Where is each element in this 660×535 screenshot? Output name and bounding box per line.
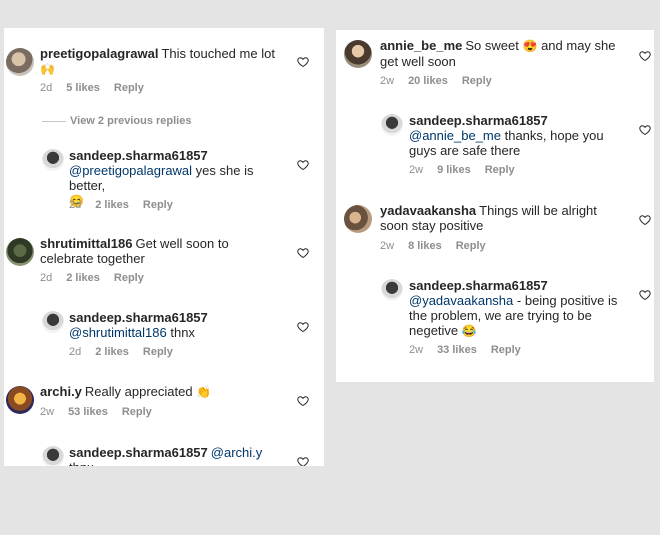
heart-icon[interactable] <box>639 214 651 226</box>
view-previous-label: View 2 previous replies <box>70 115 192 127</box>
comment-text: yadavaakansha Things will be alright soon… <box>380 203 615 233</box>
mention-link[interactable]: @preetigopalagrawal <box>69 163 192 178</box>
clapping-emoji: 👏 <box>196 385 212 399</box>
reply-button[interactable]: Reply <box>122 406 152 418</box>
comment-time: 2w <box>409 164 424 176</box>
comment-username[interactable]: sandeep.sharma61857 <box>69 148 208 163</box>
comment-time: 2w <box>409 344 424 356</box>
comment-likes[interactable]: 2 likes <box>66 272 100 284</box>
avatar[interactable] <box>42 311 64 333</box>
comment-likes[interactable]: 2 likes <box>95 346 129 358</box>
reply-button[interactable]: Reply <box>143 199 173 211</box>
comment-text: preetigopalagrawal This touched me lot 🙌 <box>40 46 290 77</box>
comment-time: 2w <box>380 240 395 252</box>
comment-username[interactable]: sandeep.sharma61857 <box>409 278 548 293</box>
comment-time: 2d <box>69 346 82 358</box>
comment-meta: 2w 20 likes Reply <box>380 75 492 87</box>
reply-button[interactable]: Reply <box>485 164 515 176</box>
heart-icon[interactable] <box>297 321 309 333</box>
comment-username[interactable]: preetigopalagrawal <box>40 46 158 61</box>
mention-link[interactable]: @yadavaakansha <box>409 293 513 308</box>
comment-time: 2w <box>40 406 55 418</box>
heart-eyes-emoji: 😍 <box>522 39 538 53</box>
comment-username[interactable]: archi.y <box>40 384 82 399</box>
avatar[interactable] <box>381 114 403 136</box>
comment-meta: 2w 33 likes Reply <box>409 344 521 356</box>
comment-body: So sweet <box>465 38 519 53</box>
comment-likes[interactable]: 33 likes <box>437 344 477 356</box>
comment-meta: 2w 53 likes Reply <box>40 406 152 418</box>
avatar[interactable] <box>42 446 64 466</box>
comment-text: annie_be_me So sweet 😍 and may she get we… <box>380 38 630 69</box>
comment-body: thnx <box>69 460 94 466</box>
avatar[interactable] <box>344 40 372 68</box>
comment-meta: 2d 2 likes Reply <box>69 199 173 211</box>
comments-panel-right: annie_be_me So sweet 😍 and may she get we… <box>336 30 654 382</box>
comment-text: shrutimittal186 Get well soon to celebrat… <box>40 236 255 266</box>
heart-icon[interactable] <box>639 124 651 136</box>
comment-body: thnx <box>166 325 195 340</box>
comment-username[interactable]: annie_be_me <box>380 38 462 53</box>
raising-hands-emoji: 🙌 <box>40 62 55 76</box>
comment-text: archi.y Really appreciated 👏 <box>40 384 270 400</box>
reply-button[interactable]: Reply <box>114 82 144 94</box>
comment-likes[interactable]: 8 likes <box>408 240 442 252</box>
reply-button[interactable]: Reply <box>462 75 492 87</box>
heart-icon[interactable] <box>297 56 309 68</box>
heart-icon[interactable] <box>639 289 651 301</box>
comment-username[interactable]: shrutimittal186 <box>40 236 132 251</box>
comment-likes[interactable]: 53 likes <box>68 406 108 418</box>
avatar[interactable] <box>42 149 64 171</box>
comment-text: sandeep.sharma61857 @shrutimittal186 thnx <box>69 310 279 340</box>
reply-button[interactable]: Reply <box>114 272 144 284</box>
heart-icon[interactable] <box>297 159 309 171</box>
heart-icon[interactable] <box>297 247 309 259</box>
comment-text: sandeep.sharma61857 @yadavaakansha - bein… <box>409 278 624 339</box>
laughing-emoji: 😂 <box>461 324 477 338</box>
heart-icon[interactable] <box>297 395 309 407</box>
comment-text: sandeep.sharma61857@archi.y thnx <box>69 445 284 466</box>
comments-panel-left: preetigopalagrawal This touched me lot 🙌 2… <box>4 28 324 466</box>
comment-time: 2d <box>40 82 53 94</box>
comment-likes[interactable]: 20 likes <box>408 75 448 87</box>
mention-link[interactable]: @archi.y <box>211 445 263 460</box>
comment-likes[interactable]: 2 likes <box>95 199 129 211</box>
comment-username[interactable]: sandeep.sharma61857 <box>409 113 548 128</box>
avatar[interactable] <box>6 238 34 266</box>
comment-meta: 2w 8 likes Reply <box>380 240 486 252</box>
heart-icon[interactable] <box>297 456 309 466</box>
comment-likes[interactable]: 5 likes <box>66 82 100 94</box>
comment-meta: 2d 2 likes Reply <box>69 346 173 358</box>
comment-text: sandeep.sharma61857 @annie_be_me thanks, … <box>409 113 624 158</box>
comment-likes[interactable]: 9 likes <box>437 164 471 176</box>
reply-button[interactable]: Reply <box>456 240 486 252</box>
reply-button[interactable]: Reply <box>491 344 521 356</box>
comment-time: 2d <box>69 199 82 211</box>
mention-link[interactable]: @shrutimittal186 <box>69 325 167 340</box>
comment-username[interactable]: sandeep.sharma61857 <box>69 445 208 460</box>
comment-meta: 2d 2 likes Reply <box>40 272 144 284</box>
avatar[interactable] <box>344 205 372 233</box>
mention-link[interactable]: @annie_be_me <box>409 128 501 143</box>
comment-username[interactable]: sandeep.sharma61857 <box>69 310 208 325</box>
reply-button[interactable]: Reply <box>143 346 173 358</box>
comment-time: 2d <box>40 272 53 284</box>
avatar[interactable] <box>6 386 34 414</box>
comment-username[interactable]: yadavaakansha <box>380 203 476 218</box>
comment-body: Really appreciated <box>84 384 193 399</box>
comment-body: This touched me lot <box>161 46 275 61</box>
comment-meta: 2w 9 likes Reply <box>409 164 515 176</box>
comment-time: 2w <box>380 75 395 87</box>
divider-line <box>42 120 66 122</box>
avatar[interactable] <box>6 48 34 76</box>
avatar[interactable] <box>381 279 403 301</box>
heart-icon[interactable] <box>639 50 651 62</box>
view-previous-replies[interactable]: View 2 previous replies <box>42 115 191 127</box>
comment-meta: 2d 5 likes Reply <box>40 82 144 94</box>
